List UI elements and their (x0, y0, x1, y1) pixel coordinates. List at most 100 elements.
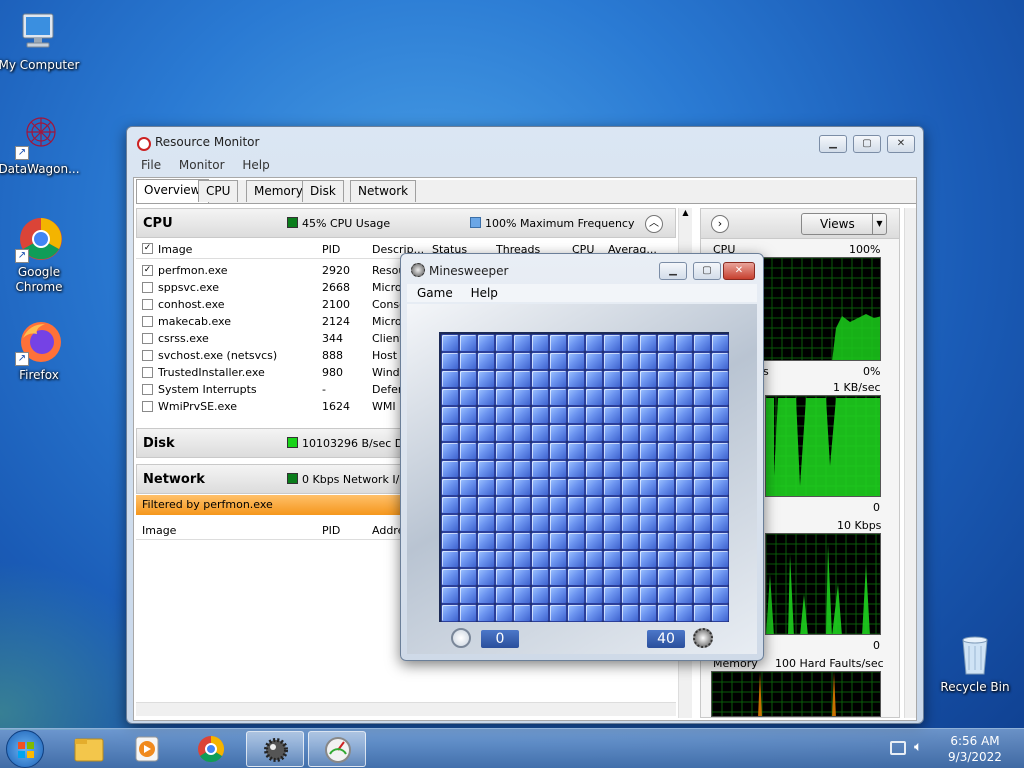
mine-cell[interactable] (585, 334, 603, 352)
mine-cell[interactable] (441, 388, 459, 406)
mine-cell[interactable] (459, 442, 477, 460)
mine-cell[interactable] (657, 496, 675, 514)
maximize-button[interactable]: ▢ (693, 262, 721, 280)
mine-cell[interactable] (639, 478, 657, 496)
mine-cell[interactable] (477, 442, 495, 460)
mine-cell[interactable] (513, 550, 531, 568)
row-checkbox[interactable] (142, 316, 153, 327)
minimize-button[interactable]: ▁ (659, 262, 687, 280)
mine-cell[interactable] (675, 478, 693, 496)
mine-cell[interactable] (621, 406, 639, 424)
graph-pane-scrollbar[interactable] (904, 208, 916, 718)
network-tray-icon[interactable] (890, 741, 906, 755)
mine-cell[interactable] (693, 496, 711, 514)
mine-cell[interactable] (459, 352, 477, 370)
mine-cell[interactable] (513, 352, 531, 370)
mine-cell[interactable] (639, 406, 657, 424)
mine-cell[interactable] (711, 388, 729, 406)
mine-cell[interactable] (585, 424, 603, 442)
mine-cell[interactable] (531, 460, 549, 478)
mine-cell[interactable] (495, 406, 513, 424)
mine-cell[interactable] (459, 550, 477, 568)
mine-cell[interactable] (441, 406, 459, 424)
mine-cell[interactable] (459, 406, 477, 424)
mine-cell[interactable] (585, 586, 603, 604)
mine-cell[interactable] (513, 478, 531, 496)
collapse-icon[interactable]: ︿ (645, 215, 663, 233)
mine-cell[interactable] (603, 442, 621, 460)
volume-tray-icon[interactable]: 🔈︎ (914, 739, 922, 755)
menu-game[interactable]: Game (417, 286, 453, 300)
start-button[interactable] (6, 730, 44, 768)
mine-cell[interactable] (693, 568, 711, 586)
mine-cell[interactable] (567, 478, 585, 496)
row-checkbox[interactable] (142, 333, 153, 344)
mine-cell[interactable] (603, 496, 621, 514)
mine-cell[interactable] (477, 586, 495, 604)
mine-cell[interactable] (603, 460, 621, 478)
mine-cell[interactable] (459, 604, 477, 622)
mine-cell[interactable] (531, 388, 549, 406)
mine-cell[interactable] (567, 568, 585, 586)
mine-cell[interactable] (495, 478, 513, 496)
mine-cell[interactable] (711, 514, 729, 532)
mine-cell[interactable] (693, 460, 711, 478)
mine-cell[interactable] (639, 442, 657, 460)
mine-cell[interactable] (585, 442, 603, 460)
taskbar-explorer[interactable] (60, 731, 118, 767)
mine-cell[interactable] (657, 424, 675, 442)
mine-cell[interactable] (711, 352, 729, 370)
mine-cell[interactable] (639, 586, 657, 604)
mine-cell[interactable] (495, 532, 513, 550)
mine-cell[interactable] (711, 478, 729, 496)
views-button[interactable]: Views ▼ (801, 213, 887, 235)
mine-cell[interactable] (693, 370, 711, 388)
mine-cell[interactable] (675, 586, 693, 604)
mine-cell[interactable] (477, 550, 495, 568)
mine-cell[interactable] (621, 424, 639, 442)
mine-cell[interactable] (531, 532, 549, 550)
mine-cell[interactable] (585, 352, 603, 370)
desktop-icon-datawagon[interactable]: ↗ DataWagon... (0, 112, 81, 177)
mine-cell[interactable] (657, 352, 675, 370)
taskbar-resource-monitor[interactable] (308, 731, 366, 767)
mine-cell[interactable] (495, 352, 513, 370)
mine-cell[interactable] (621, 550, 639, 568)
mine-cell[interactable] (585, 496, 603, 514)
mine-cell[interactable] (621, 568, 639, 586)
mine-cell[interactable] (603, 370, 621, 388)
mine-cell[interactable] (549, 586, 567, 604)
mine-cell[interactable] (531, 370, 549, 388)
mine-cell[interactable] (657, 370, 675, 388)
mine-cell[interactable] (603, 334, 621, 352)
row-checkbox[interactable] (142, 367, 153, 378)
mine-cell[interactable] (675, 388, 693, 406)
mine-cell[interactable] (459, 424, 477, 442)
mine-cell[interactable] (495, 370, 513, 388)
mine-cell[interactable] (549, 424, 567, 442)
mine-cell[interactable] (621, 334, 639, 352)
mine-cell[interactable] (675, 568, 693, 586)
mine-cell[interactable] (495, 568, 513, 586)
mine-cell[interactable] (585, 514, 603, 532)
close-button[interactable]: ✕ (887, 135, 915, 153)
mine-cell[interactable] (477, 496, 495, 514)
mine-cell[interactable] (585, 604, 603, 622)
mine-cell[interactable] (657, 460, 675, 478)
mine-cell[interactable] (693, 532, 711, 550)
mine-cell[interactable] (495, 388, 513, 406)
mine-cell[interactable] (531, 478, 549, 496)
mine-cell[interactable] (711, 496, 729, 514)
tab-network[interactable]: Network (350, 180, 417, 202)
mine-cell[interactable] (567, 352, 585, 370)
mine-cell[interactable] (459, 514, 477, 532)
mine-cell[interactable] (477, 352, 495, 370)
mine-cell[interactable] (513, 568, 531, 586)
mine-cell[interactable] (675, 334, 693, 352)
col-pid[interactable]: PID (322, 243, 340, 256)
mine-cell[interactable] (567, 496, 585, 514)
mine-cell[interactable] (513, 334, 531, 352)
mine-cell[interactable] (639, 568, 657, 586)
mine-cell[interactable] (657, 550, 675, 568)
mine-cell[interactable] (549, 532, 567, 550)
